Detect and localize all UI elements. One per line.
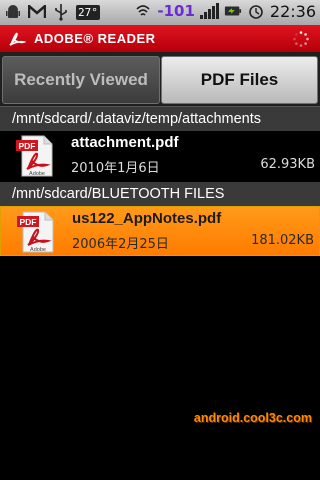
tab-pdf-files[interactable]: PDF Files bbox=[161, 56, 318, 104]
signal-strength-value: -101 bbox=[157, 2, 195, 20]
pdf-badge-text: PDF bbox=[19, 141, 36, 151]
signal-bars-icon bbox=[199, 3, 219, 19]
file-row-us122-appnotes[interactable]: PDF Adobe us122_AppNotes.pdf 2006年2月25日 … bbox=[0, 206, 320, 256]
tab-bar: Recently Viewed PDF Files bbox=[0, 52, 320, 107]
gmail-icon bbox=[28, 2, 46, 22]
pdf-badge-text: PDF bbox=[20, 217, 37, 227]
alarm-clock-icon bbox=[247, 1, 265, 21]
pdf-icon-label: Adobe bbox=[30, 247, 46, 253]
folder-header-bluetooth: /mnt/sdcard/BLUETOOTH FILES bbox=[0, 182, 320, 206]
file-name: attachment.pdf bbox=[71, 134, 179, 151]
pdf-file-icon: PDF Adobe bbox=[17, 211, 54, 253]
wifi-icon bbox=[134, 1, 152, 21]
android-icon bbox=[4, 2, 22, 22]
file-size: 181.02KB bbox=[251, 233, 314, 248]
loading-spinner-icon bbox=[293, 31, 309, 47]
pdf-icon-label: Adobe bbox=[29, 171, 45, 177]
file-row-attachment[interactable]: PDF Adobe attachment.pdf 2010年1月6日 62.93… bbox=[0, 131, 320, 181]
file-date: 2006年2月25日 bbox=[72, 237, 169, 252]
file-date: 2010年1月6日 bbox=[71, 161, 160, 176]
tab-recently-viewed[interactable]: Recently Viewed bbox=[2, 56, 160, 104]
status-time: 22:36 bbox=[269, 1, 316, 21]
file-name: us122_AppNotes.pdf bbox=[72, 210, 222, 227]
pdf-file-icon: PDF Adobe bbox=[16, 135, 53, 177]
watermark-text: android.cool3c.com bbox=[193, 411, 312, 425]
adobe-reader-logo-icon bbox=[9, 32, 26, 46]
folder-header-attachments: /mnt/sdcard/.dataviz/temp/attachments bbox=[0, 107, 320, 131]
battery-icon bbox=[224, 1, 242, 21]
app-header: ADOBE® READER bbox=[0, 25, 320, 52]
app-title: ADOBE® READER bbox=[34, 31, 156, 46]
status-bar: 27° -101 22:36 bbox=[0, 0, 320, 25]
temperature-badge: 27° bbox=[76, 4, 100, 20]
usb-icon bbox=[52, 2, 70, 22]
file-size: 62.93KB bbox=[260, 157, 315, 172]
